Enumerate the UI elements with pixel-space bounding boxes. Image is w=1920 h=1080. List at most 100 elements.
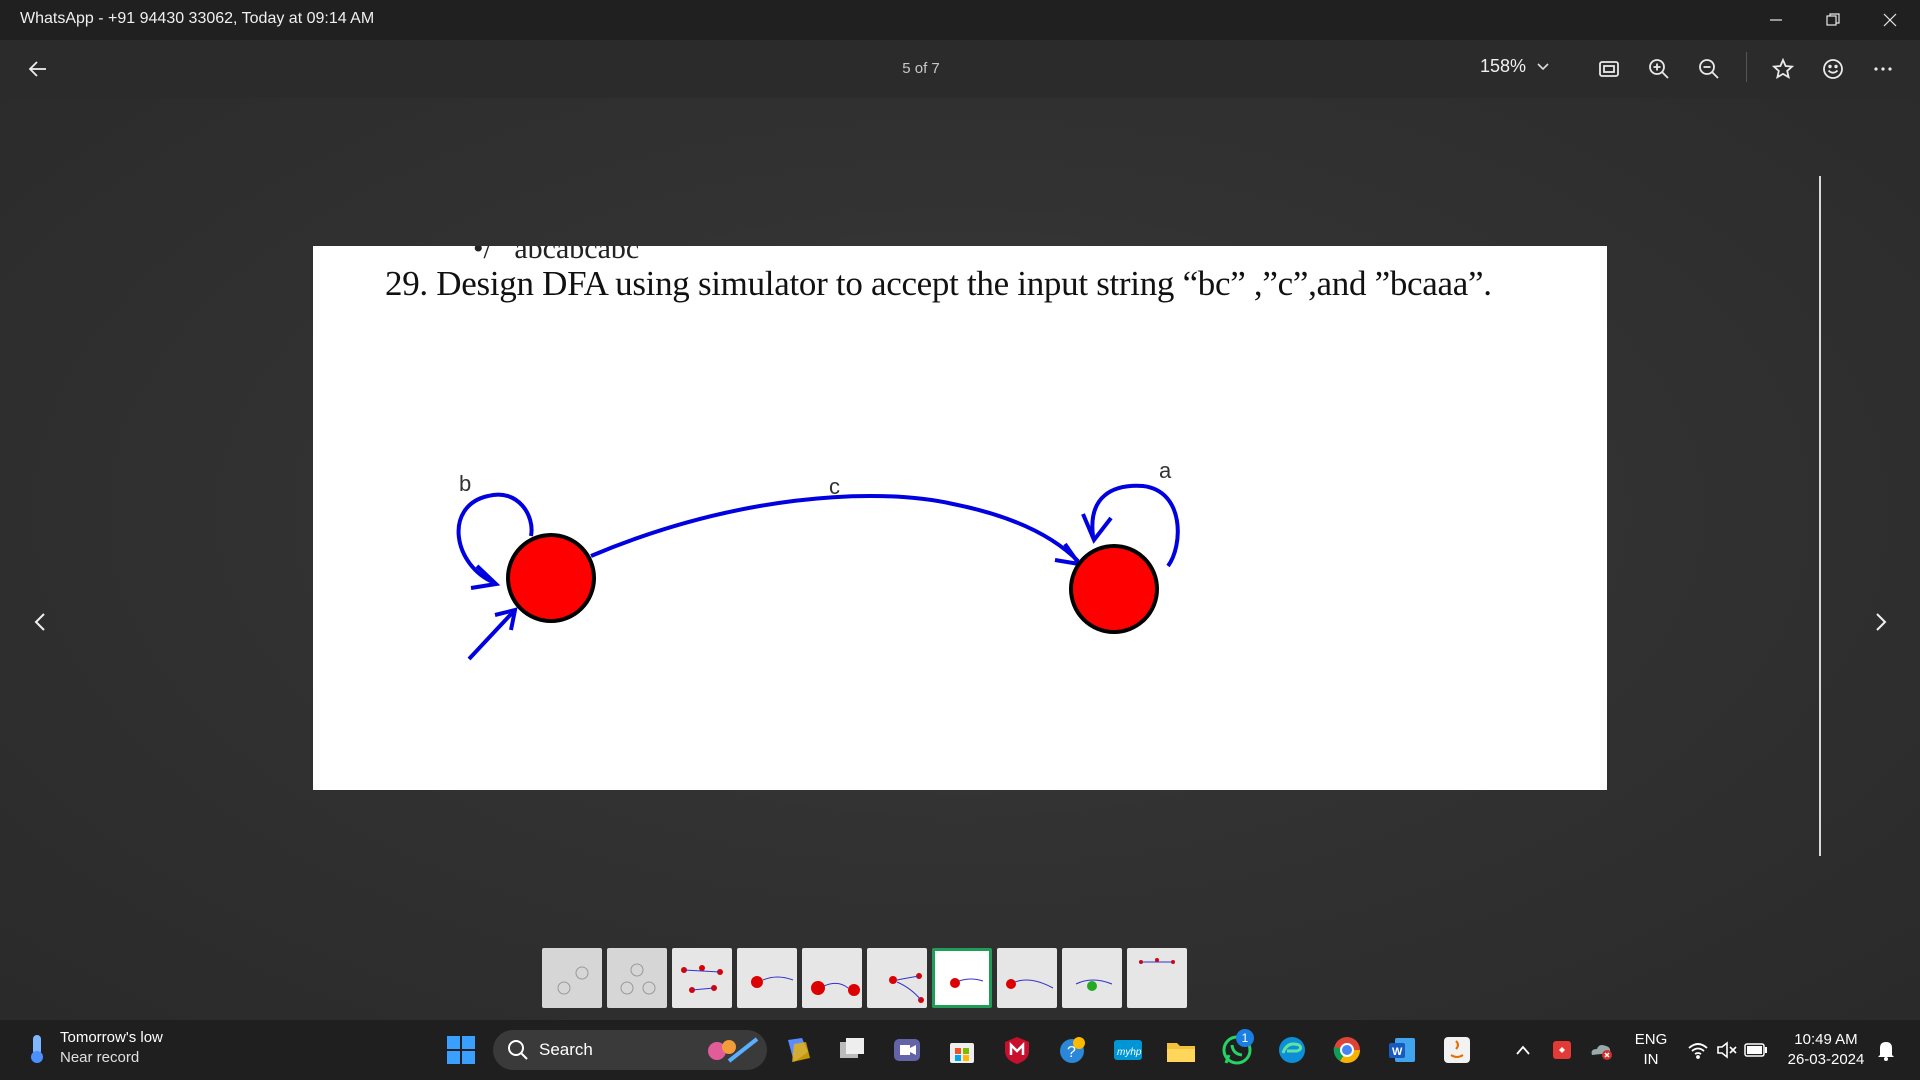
chevron-right-icon	[1876, 613, 1887, 631]
thumbnail-9[interactable]	[1062, 948, 1122, 1008]
chevron-down-icon	[1537, 62, 1549, 70]
clock[interactable]: 10:49 AM 26-03-2024	[1778, 1030, 1874, 1070]
vertical-scrollbar[interactable]	[1819, 176, 1821, 856]
thumbnail-5[interactable]	[802, 948, 862, 1008]
zoom-in-icon	[1649, 59, 1669, 79]
thumbnail-7-preview	[950, 978, 984, 988]
thumbnail-4-preview	[751, 976, 794, 988]
start-arrow	[467, 610, 515, 661]
zoom-dropdown[interactable]: 158%	[1480, 56, 1550, 77]
copilot-app[interactable]	[780, 1032, 816, 1068]
wifi-icon	[1688, 1043, 1708, 1059]
region-code: IN	[1643, 1051, 1659, 1068]
help-icon: ?	[1060, 1037, 1085, 1063]
myhp-app[interactable]: myhp	[1110, 1032, 1146, 1068]
tray-app-red[interactable]	[1544, 1032, 1580, 1068]
back-button[interactable]	[22, 53, 54, 85]
windows-logo-icon	[447, 1036, 475, 1064]
zoom-level: 158%	[1480, 56, 1527, 76]
next-image-button[interactable]	[1865, 598, 1897, 646]
thumbnail-3[interactable]	[672, 948, 732, 1008]
restore-icon	[1826, 13, 1840, 26]
viewer-toolbar: 5 of 7 158%	[0, 40, 1920, 98]
word-app[interactable]: W	[1384, 1032, 1420, 1068]
dfa-diagram: b c a	[456, 458, 1180, 661]
microsoft-store-app[interactable]	[944, 1032, 980, 1068]
thumbnail-10-preview	[1139, 958, 1175, 964]
show-hidden-icons-button[interactable]	[1505, 1032, 1541, 1068]
thumbnail-2-preview	[620, 963, 656, 995]
task-view-app[interactable]	[834, 1032, 870, 1068]
document-image: •/ abcabcabc 29. Design DFA using simula…	[313, 246, 1607, 790]
thumbnail-1-preview	[557, 966, 589, 995]
copilot-icon	[788, 1038, 810, 1062]
chevron-left-icon	[34, 613, 45, 631]
search-icon	[508, 1040, 528, 1060]
weather-subtitle: Near record	[60, 1049, 140, 1066]
svg-text:W: W	[1392, 1046, 1403, 1058]
onedrive-status[interactable]	[1583, 1032, 1619, 1068]
language-code: ENG	[1634, 1031, 1668, 1048]
chrome-icon	[1333, 1037, 1361, 1064]
mcafee-app[interactable]	[999, 1032, 1035, 1068]
transition-c-edge	[590, 493, 1080, 563]
thumbnail-7-current[interactable]	[932, 948, 992, 1008]
react-button[interactable]	[1816, 52, 1850, 86]
java-app[interactable]	[1439, 1032, 1475, 1068]
store-icon	[950, 1043, 974, 1063]
word-icon: W	[1389, 1038, 1415, 1062]
thumbnail-4[interactable]	[737, 948, 797, 1008]
clock-time: 10:49 AM	[1794, 1031, 1858, 1048]
zoom-in-button[interactable]	[1642, 52, 1676, 86]
start-button[interactable]	[443, 1032, 479, 1068]
svg-text:myhp: myhp	[1117, 1047, 1142, 1058]
teams-app[interactable]	[889, 1032, 925, 1068]
thumbnail-8[interactable]	[997, 948, 1057, 1008]
svg-text:?: ?	[1067, 1044, 1076, 1061]
weather-widget[interactable]: Tomorrow's low Near record	[24, 1028, 163, 1068]
cloud-error-icon	[1591, 1045, 1612, 1060]
taskbar-search[interactable]: Search	[493, 1030, 767, 1070]
help-app[interactable]: ?	[1054, 1032, 1090, 1068]
hp-icon: myhp	[1114, 1040, 1142, 1060]
java-icon	[1444, 1037, 1470, 1063]
edge-icon	[1279, 1037, 1305, 1063]
bell-icon	[1878, 1042, 1894, 1061]
favorite-button[interactable]	[1766, 52, 1800, 86]
thumbnail-10[interactable]	[1127, 948, 1187, 1008]
thumbnail-6[interactable]	[867, 948, 927, 1008]
thumbnail-2[interactable]	[607, 948, 667, 1008]
thumbnail-strip	[542, 948, 1187, 1008]
battery-icon	[1744, 1043, 1767, 1057]
thumbnail-1[interactable]	[542, 948, 602, 1008]
smiley-icon	[1823, 59, 1843, 79]
chrome-app[interactable]	[1329, 1032, 1365, 1068]
window-title: WhatsApp - +91 94430 33062, Today at 09:…	[20, 10, 375, 27]
folder-icon	[1167, 1043, 1195, 1062]
language-indicator[interactable]: ENG IN	[1628, 1030, 1674, 1070]
chevron-up-icon	[1516, 1045, 1530, 1055]
file-explorer-app[interactable]	[1163, 1032, 1199, 1068]
label-a: a	[1159, 458, 1172, 483]
thumbnail-5-preview	[811, 981, 860, 996]
whatsapp-notification-badge: 1	[1236, 1029, 1254, 1047]
thumbnail-9-preview	[1075, 979, 1113, 991]
notifications-button[interactable]	[1868, 1032, 1904, 1068]
more-options-button[interactable]	[1866, 52, 1900, 86]
close-button[interactable]	[1862, 0, 1918, 40]
state-accept	[1069, 544, 1159, 634]
task-view-icon	[840, 1038, 864, 1058]
zoom-out-button[interactable]	[1692, 52, 1726, 86]
label-c: c	[829, 474, 840, 499]
label-b: b	[459, 471, 471, 496]
restore-button[interactable]	[1805, 0, 1861, 40]
weather-title: Tomorrow's low	[60, 1029, 163, 1046]
clock-date: 26-03-2024	[1787, 1051, 1865, 1068]
thumbnail-6-preview	[889, 973, 924, 1003]
edge-app[interactable]	[1274, 1032, 1310, 1068]
more-icon	[1874, 67, 1892, 71]
previous-image-button[interactable]	[24, 598, 56, 646]
minimize-button[interactable]	[1748, 0, 1804, 40]
battery-button[interactable]	[1738, 1032, 1774, 1068]
fit-to-window-button[interactable]	[1592, 52, 1626, 86]
